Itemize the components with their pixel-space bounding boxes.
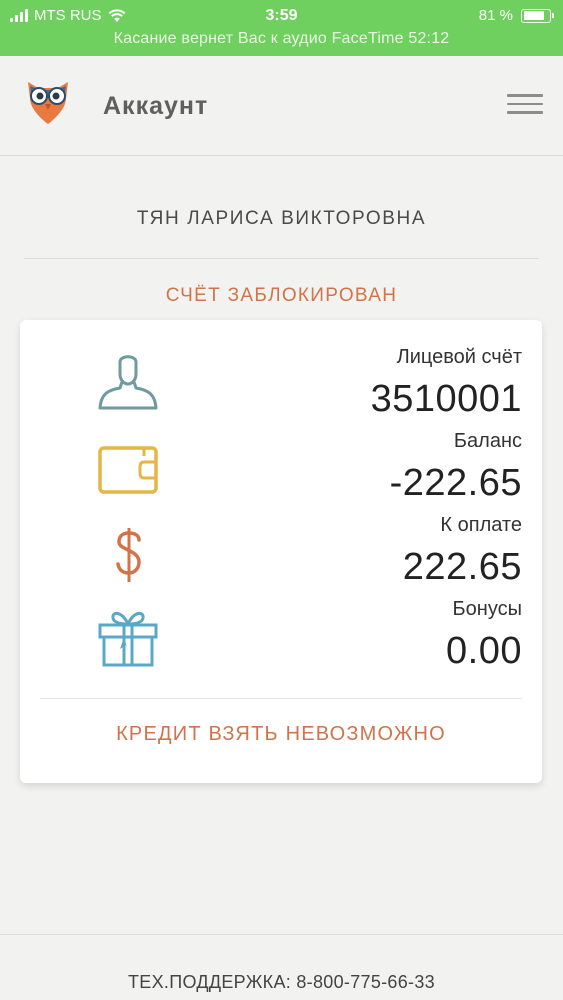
owl-logo-icon[interactable] (22, 74, 74, 126)
footer-divider (0, 934, 563, 935)
balance-value: -222.65 (389, 462, 522, 504)
credit-notice: КРЕДИТ ВЗЯТЬ НЕВОЗМОЖНО (116, 723, 446, 745)
gift-icon (98, 611, 158, 667)
bonuses-value: 0.00 (446, 630, 522, 672)
amount-due-label: К оплате (440, 514, 522, 536)
hamburger-menu-icon[interactable] (507, 94, 543, 116)
user-icon (98, 355, 158, 410)
page-title: Аккаунт (103, 92, 209, 120)
battery-percent: 81 % (478, 7, 513, 24)
account-number-label: Лицевой счёт (396, 346, 522, 368)
account-holder-name: ТЯН ЛАРИСА ВИКТОРОВНА (136, 208, 427, 229)
app-header: Аккаунт (0, 56, 563, 156)
battery-icon (521, 8, 554, 23)
facetime-return-banner[interactable]: Касание вернет Вас к аудио FaceTime 52:1… (0, 30, 563, 48)
balance-label: Баланс (453, 430, 522, 452)
card-divider (40, 698, 522, 699)
divider (24, 258, 539, 259)
support-phone[interactable]: ТЕХ.ПОДДЕРЖКА: 8-800-775-66-33 (0, 972, 563, 993)
account-status: СЧЁТ ЗАБЛОКИРОВАН (165, 285, 398, 306)
amount-due-value: 222.65 (402, 546, 522, 588)
bonuses-label: Бонусы (452, 598, 522, 620)
account-summary-card: Лицевой счёт 3510001 Баланс -222.65 К оп… (20, 320, 542, 783)
status-bar: MTS RUS 3:59 81 % Касание вернет Вас к а… (0, 0, 563, 56)
wallet-icon (98, 446, 158, 494)
account-number-value: 3510001 (370, 378, 522, 420)
dollar-icon (116, 528, 141, 582)
